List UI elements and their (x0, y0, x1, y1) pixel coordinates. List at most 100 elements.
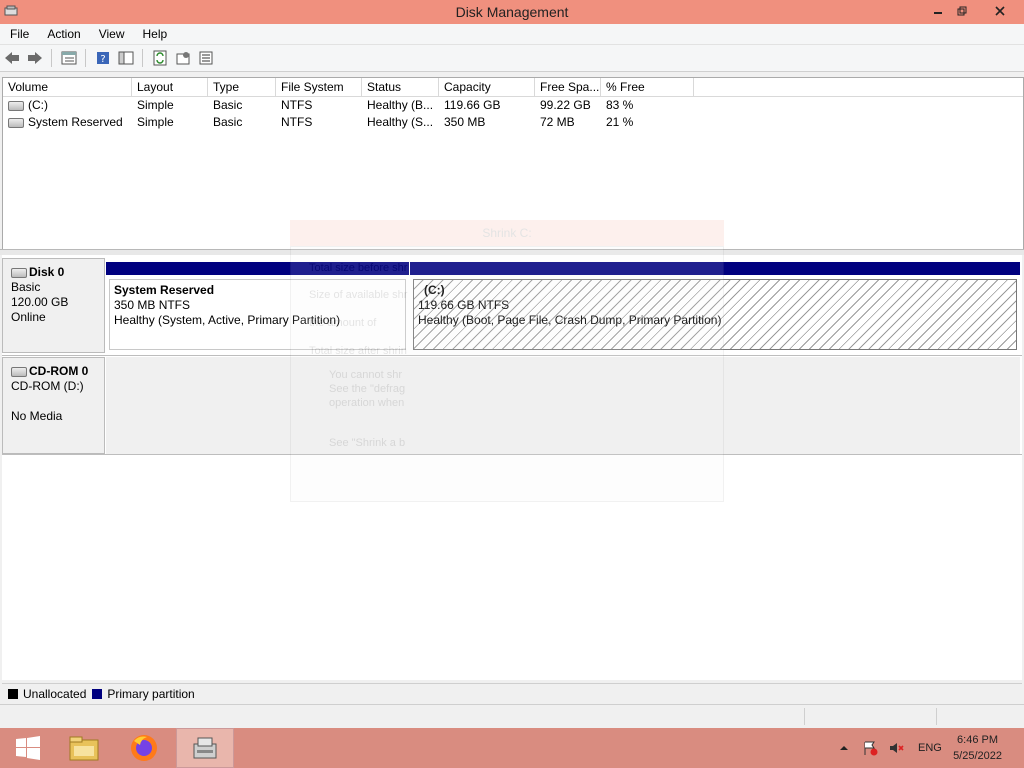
legend-primary-partition: Primary partition (107, 686, 195, 701)
help-button[interactable]: ? (92, 48, 114, 68)
type-cell: Basic (213, 98, 243, 112)
taskbar: ENG 6:46 PM 5/25/2022 (0, 728, 1024, 768)
partition-size: 119.66 GB NTFS (418, 298, 510, 312)
disk-management-icon (193, 737, 217, 759)
refresh-button[interactable] (149, 48, 171, 68)
clock[interactable]: 6:46 PM 5/25/2022 (953, 732, 1002, 764)
partition-system-reserved[interactable]: System Reserved 350 MB NTFS Healthy (Sys… (106, 262, 409, 353)
disk-kind: Basic (11, 280, 41, 294)
taskbar-disk-management[interactable] (176, 728, 234, 768)
console-button[interactable] (115, 48, 137, 68)
taskbar-firefox[interactable] (116, 728, 172, 768)
layout-cell: Simple (137, 98, 174, 112)
column-header-percent-free[interactable]: % Free (601, 78, 694, 96)
taskbar-file-explorer[interactable] (56, 728, 112, 768)
partition-color-bar (106, 262, 409, 275)
help-icon: ? (97, 52, 109, 65)
primary-partition-swatch (92, 688, 103, 699)
disk-properties-icon (199, 51, 213, 65)
firefox-icon (131, 735, 157, 761)
minimize-icon (934, 12, 942, 14)
start-button[interactable] (0, 728, 56, 768)
show-hidden-icons-chevron-icon[interactable] (838, 743, 850, 753)
svg-text:?: ? (100, 54, 105, 65)
system-tray: ENG (838, 728, 942, 768)
menu-help[interactable]: Help (133, 24, 176, 44)
toolbar-separator (85, 49, 86, 67)
restore-button[interactable] (948, 0, 976, 22)
disk-0-label[interactable]: Disk 0 Basic 120.00 GB Online (2, 258, 105, 353)
partition-status: Healthy (System, Active, Primary Partiti… (114, 313, 341, 327)
disk-media: No Media (11, 409, 63, 423)
disk-row-divider (2, 454, 1022, 455)
console-icon (118, 51, 134, 65)
show-hide-console-button[interactable] (58, 48, 80, 68)
drive-icon (8, 117, 24, 128)
status-segment (804, 708, 805, 725)
volume-name: (C:) (28, 98, 48, 112)
drive-icon (8, 100, 24, 111)
partition-c-drive[interactable]: (C:) 119.66 GB NTFS Healthy (Boot, Page … (410, 262, 1020, 353)
toolbar-separator (51, 49, 52, 67)
disk-map-pane: Disk 0 Basic 120.00 GB Online System Res… (2, 255, 1022, 680)
close-button[interactable] (984, 0, 1016, 22)
partition-status: Healthy (Boot, Page File, Crash Dump, Pr… (418, 313, 722, 327)
partition-size: 350 MB NTFS (114, 298, 191, 312)
percent-free-cell: 21 % (606, 115, 634, 129)
table-row[interactable]: System Reserved Simple Basic NTFS Health… (3, 114, 1023, 131)
toolbar-separator (142, 49, 143, 67)
disk-name: CD-ROM 0 (29, 364, 89, 378)
disk-properties-button[interactable] (195, 48, 217, 68)
column-header-status[interactable]: Status (362, 78, 439, 96)
back-icon (5, 52, 19, 64)
partition-name: System Reserved (114, 283, 215, 297)
close-icon (995, 6, 1005, 16)
volume-list-header: Volume Layout Type File System Status Ca… (3, 78, 1023, 97)
forward-button[interactable] (24, 48, 46, 68)
windows-start-icon (16, 736, 40, 760)
partition-color-bar (410, 262, 1020, 275)
partition-name: (C:) (424, 283, 445, 297)
clock-date: 5/25/2022 (953, 750, 1002, 762)
legend-unallocated: Unallocated (23, 686, 87, 701)
status-bar (0, 704, 1024, 729)
action-center-flag-icon[interactable] (862, 740, 878, 756)
volume-muted-icon[interactable] (888, 740, 904, 756)
volume-name: System Reserved (28, 115, 123, 129)
back-button[interactable] (1, 48, 23, 68)
column-header-type[interactable]: Type (208, 78, 276, 96)
properties-list-icon (61, 51, 77, 65)
column-header-file-system[interactable]: File System (276, 78, 362, 96)
cdrom-0-label[interactable]: CD-ROM 0 CD-ROM (D:) No Media (2, 357, 105, 454)
column-header-free-space[interactable]: Free Spa... (535, 78, 601, 96)
column-header-volume[interactable]: Volume (3, 78, 132, 96)
capacity-cell: 119.66 GB (444, 98, 501, 112)
forward-icon (28, 52, 42, 64)
free-space-cell: 99.22 GB (540, 98, 591, 112)
table-row[interactable]: (C:) Simple Basic NTFS Healthy (B... 119… (3, 97, 1023, 114)
file-explorer-icon (69, 736, 99, 761)
refresh-icon (153, 50, 167, 66)
disk-0-partitions: System Reserved 350 MB NTFS Healthy (Sys… (106, 258, 1020, 353)
menu-action[interactable]: Action (37, 24, 88, 44)
title-bar: Disk Management (0, 0, 1024, 24)
disk-state: Online (11, 310, 46, 324)
unallocated-swatch (8, 688, 18, 699)
settings-button[interactable] (172, 48, 194, 68)
language-indicator[interactable]: ENG (918, 742, 942, 754)
capacity-cell: 350 MB (444, 115, 486, 129)
cdrom-0-area (106, 357, 1020, 454)
menu-bar: File Action View Help (0, 24, 1024, 45)
toolbar: ? (0, 45, 1024, 72)
hard-disk-icon (11, 267, 27, 278)
column-header-capacity[interactable]: Capacity (439, 78, 535, 96)
disk-row-divider (2, 355, 1022, 356)
volume-list[interactable]: Volume Layout Type File System Status Ca… (2, 77, 1024, 250)
layout-cell: Simple (137, 115, 174, 129)
disk-name: Disk 0 (29, 265, 65, 279)
file-system-cell: NTFS (281, 98, 313, 112)
column-header-layout[interactable]: Layout (132, 78, 208, 96)
status-segment (936, 708, 937, 725)
menu-view[interactable]: View (89, 24, 133, 44)
menu-file[interactable]: File (0, 24, 37, 44)
